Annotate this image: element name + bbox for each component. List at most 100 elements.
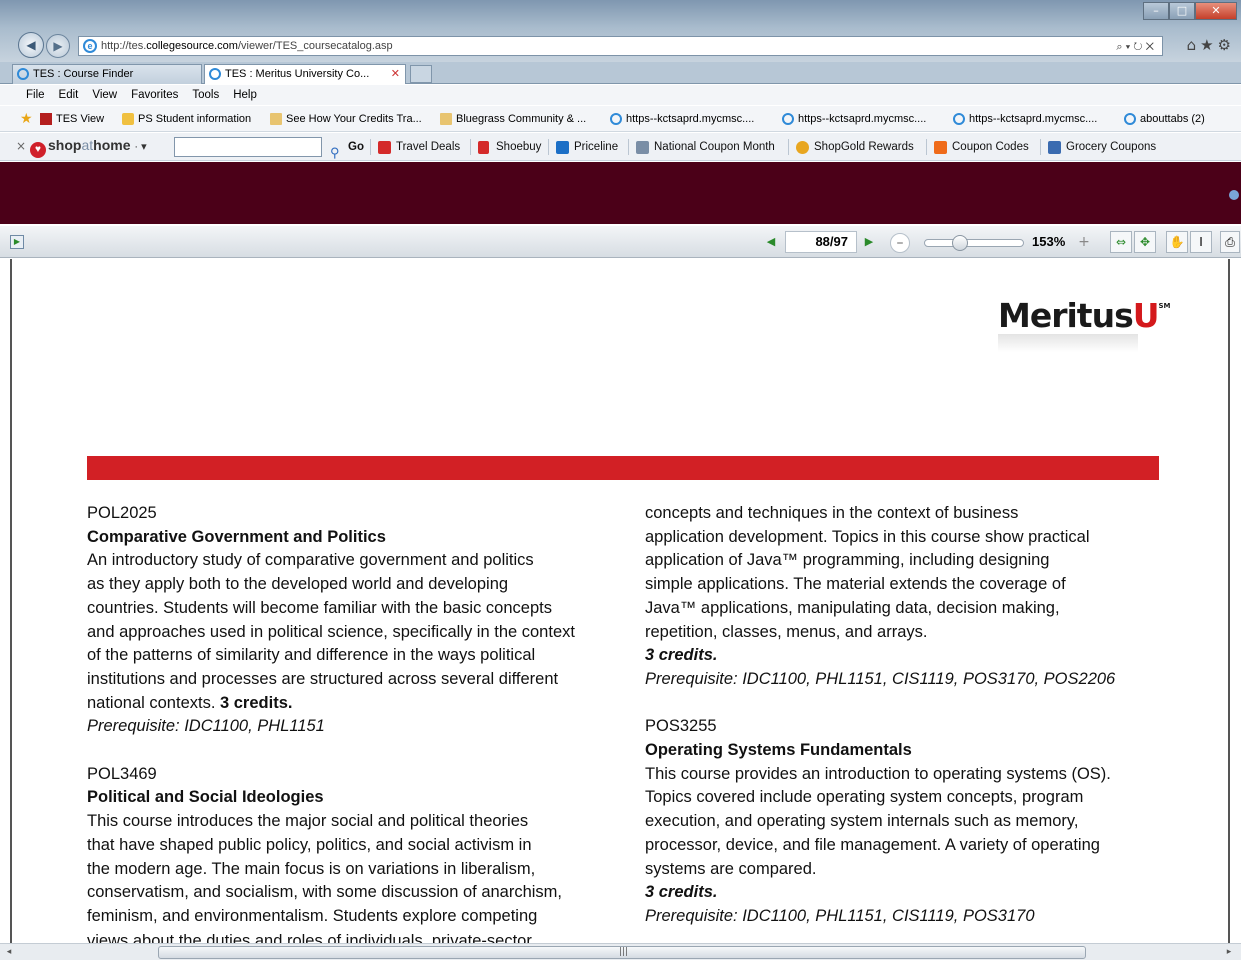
- toolbar-separator: [926, 139, 927, 155]
- menu-view[interactable]: View: [92, 85, 117, 105]
- gold-coin-icon: [796, 141, 809, 154]
- shop-gold-rewards[interactable]: ShopGold Rewards: [796, 133, 914, 160]
- shop-item-label: Priceline: [574, 141, 619, 153]
- fav-credits[interactable]: See How Your Credits Tra...: [270, 106, 422, 131]
- address-bar[interactable]: e http://tes.collegesource.com/viewer/TE…: [78, 36, 1163, 56]
- shopathome-toolbar: × ♥ shopathome · ▾ ⚲ Go Travel Deals Shoeb…: [0, 133, 1241, 161]
- close-window-button[interactable]: ✕: [1195, 2, 1237, 20]
- scroll-thumb[interactable]: |||: [158, 946, 1086, 959]
- fav-label: abouttabs (2): [1140, 113, 1205, 125]
- print-icon[interactable]: ⎙: [1220, 231, 1240, 253]
- fav-kctsaprd-3[interactable]: https--kctsaprd.mycmsc....: [953, 106, 1097, 131]
- course-desc-line: that have shaped public policy, politics…: [87, 835, 532, 854]
- tab-meritus-catalog[interactable]: TES : Meritus University Co... ✕: [204, 64, 406, 84]
- search-icon: ⚲: [330, 145, 340, 160]
- tab-label: TES : Course Finder: [33, 68, 134, 80]
- scroll-grip-icon: |||: [619, 947, 629, 957]
- page-number-field[interactable]: 88/97: [785, 231, 857, 253]
- course-desc-line: as they apply both to the developed worl…: [87, 575, 509, 594]
- course-title: Operating Systems Fundamentals: [645, 741, 912, 760]
- logo-sm: SM: [1158, 302, 1171, 310]
- menu-favorites[interactable]: Favorites: [131, 85, 178, 105]
- course-code: POL2025: [87, 504, 157, 522]
- fav-abouttabs[interactable]: abouttabs (2): [1124, 106, 1205, 131]
- shop-item-label: Shoebuy: [496, 141, 542, 153]
- sidebar-toggle-icon[interactable]: ▶: [10, 235, 24, 249]
- maximize-button[interactable]: □: [1169, 2, 1195, 20]
- shop-grocery-coupons[interactable]: Grocery Coupons: [1048, 133, 1157, 160]
- menu-tools[interactable]: Tools: [192, 85, 219, 105]
- shop-shoebuy[interactable]: Shoebuy: [478, 133, 542, 160]
- course-desc-line: countries. Students will become familiar…: [87, 598, 552, 617]
- fav-kctsaprd-2[interactable]: https--kctsaprd.mycmsc....: [782, 106, 926, 131]
- course-desc-line: feminism, and environmentalism. Students…: [87, 906, 538, 925]
- help-icon[interactable]: [1229, 190, 1239, 200]
- ie-icon: [782, 113, 794, 125]
- menu-help[interactable]: Help: [233, 85, 257, 105]
- course-desc-line: of the patterns of similarity and differ…: [87, 646, 536, 665]
- shop-item-label: Grocery Coupons: [1066, 141, 1157, 153]
- close-toolbar-icon[interactable]: ×: [16, 139, 26, 153]
- fit-page-icon[interactable]: ✥: [1134, 231, 1156, 253]
- scroll-left-arrow[interactable]: ◂: [2, 946, 16, 959]
- horizontal-scrollbar[interactable]: ◂ ||| ▸: [0, 943, 1241, 960]
- ie-tab-icon: [209, 68, 221, 80]
- menu-edit[interactable]: Edit: [59, 85, 79, 105]
- ps-icon: [122, 113, 134, 125]
- ie-icon: [953, 113, 965, 125]
- home-favorites-tools-icons[interactable]: ⌂★⚙: [1187, 36, 1235, 54]
- zoom-in-button[interactable]: +: [1074, 233, 1094, 253]
- shop-travel-deals[interactable]: Travel Deals: [378, 133, 460, 160]
- next-page-button[interactable]: ▶: [860, 233, 878, 251]
- url-prefix: http://tes.: [101, 40, 147, 52]
- favorites-star-icon[interactable]: ★: [20, 111, 33, 127]
- catalog-left-column: POL2025 Comparative Government and Polit…: [87, 502, 607, 929]
- hand-tool-icon[interactable]: ✋: [1166, 231, 1188, 253]
- shop-go-button[interactable]: ⚲ Go: [330, 133, 364, 160]
- shop-search-input[interactable]: [174, 137, 322, 157]
- back-button[interactable]: ◀: [18, 32, 44, 58]
- fav-tes-view[interactable]: TES View: [40, 106, 104, 131]
- page-border: [1228, 259, 1230, 943]
- course-desc-line: processor, device, and file management. …: [645, 835, 1100, 854]
- toolbar-separator: [470, 139, 471, 155]
- text-select-icon[interactable]: I: [1190, 231, 1212, 253]
- close-tab-icon[interactable]: ✕: [391, 65, 400, 83]
- address-tools[interactable]: ⌕ ▾ ↻ ✕: [1116, 38, 1154, 56]
- new-tab-button[interactable]: [410, 65, 432, 83]
- shop-coupon-month[interactable]: National Coupon Month: [636, 133, 775, 160]
- shop-coupon-codes[interactable]: Coupon Codes: [934, 133, 1029, 160]
- ie-page-icon: e: [83, 39, 97, 53]
- prev-page-button[interactable]: ◀: [762, 233, 780, 251]
- zoom-slider-track[interactable]: [924, 239, 1024, 247]
- course-credits: 3 credits.: [220, 693, 293, 712]
- zoom-out-button[interactable]: –: [890, 233, 910, 253]
- fav-label: Bluegrass Community & ...: [456, 113, 587, 125]
- fav-bluegrass[interactable]: Bluegrass Community & ...: [440, 106, 587, 131]
- course-credits: 3 credits.: [645, 646, 718, 665]
- zoom-slider-thumb[interactable]: [951, 235, 968, 251]
- scissors-icon: [636, 141, 649, 154]
- tab-course-finder[interactable]: TES : Course Finder: [12, 64, 202, 84]
- shopathome-logo[interactable]: ♥ shopathome · ▾: [30, 137, 147, 158]
- forward-button[interactable]: ▶: [46, 34, 70, 58]
- minimize-button[interactable]: –: [1143, 2, 1169, 20]
- shop-priceline[interactable]: Priceline: [556, 133, 619, 160]
- site-header: [0, 162, 1241, 224]
- fit-width-icon[interactable]: ⇔: [1110, 231, 1132, 253]
- course-desc-line: Topics covered include operating system …: [645, 788, 1084, 807]
- menu-file[interactable]: File: [26, 85, 45, 105]
- shop-item-label: Coupon Codes: [952, 141, 1029, 153]
- shoe-icon: [478, 141, 489, 154]
- course-prerequisite: Prerequisite: IDC1100, PHL1151, CIS1119,…: [645, 669, 1116, 688]
- ie-icon: [1124, 113, 1136, 125]
- toolbar-separator: [548, 139, 549, 155]
- scroll-right-arrow[interactable]: ▸: [1222, 946, 1236, 959]
- fav-kctsaprd-1[interactable]: https--kctsaprd.mycmsc....: [610, 106, 754, 131]
- page-current: 88: [815, 234, 830, 249]
- favorites-bar: ★ TES View PS Student information See Ho…: [0, 106, 1241, 132]
- fav-ps-student[interactable]: PS Student information: [122, 106, 251, 131]
- fav-label: See How Your Credits Tra...: [286, 113, 422, 125]
- toolbar-separator: [370, 139, 371, 155]
